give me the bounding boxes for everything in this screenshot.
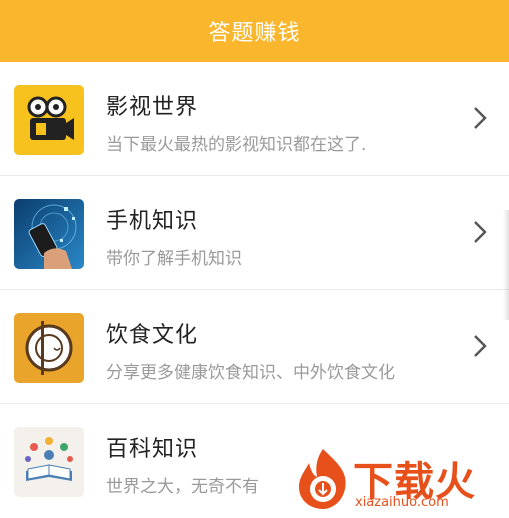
item-subtitle: 当下最火最热的影视知识都在这了. [106,135,367,155]
movie-camera-icon [14,85,84,155]
phone-tech-icon [14,199,84,269]
chevron-right-icon [474,221,487,243]
app-header: 答题赚钱 [0,0,509,62]
watermark: 下载火 xiazaihuo.com [295,447,505,513]
item-title: 百科知识 [106,437,199,462]
item-title: 手机知识 [106,209,199,234]
item-subtitle: 分享更多健康饮食知识、中外饮食文化 [106,363,395,383]
chevron-right-icon [474,107,487,129]
item-subtitle: 世界之大，无奇不有 [106,477,259,497]
plate-icon [14,313,84,383]
watermark-url: xiazaihuo.com [355,495,449,510]
page-title: 答题赚钱 [208,21,301,46]
item-title: 影视世界 [106,95,199,120]
list-item-food-culture[interactable]: 饮食文化 分享更多健康饮食知识、中外饮食文化 [0,290,509,404]
scroll-edge [503,210,509,320]
flame-logo-icon [299,449,346,509]
chevron-right-icon [474,335,487,357]
list-item-movie-world[interactable]: 影视世界 当下最火最热的影视知识都在这了. [0,62,509,176]
item-subtitle: 带你了解手机知识 [106,249,242,269]
list-item-phone-knowledge[interactable]: 手机知识 带你了解手机知识 [0,176,509,290]
encyclopedia-icon [14,427,84,497]
item-title: 饮食文化 [106,323,199,348]
